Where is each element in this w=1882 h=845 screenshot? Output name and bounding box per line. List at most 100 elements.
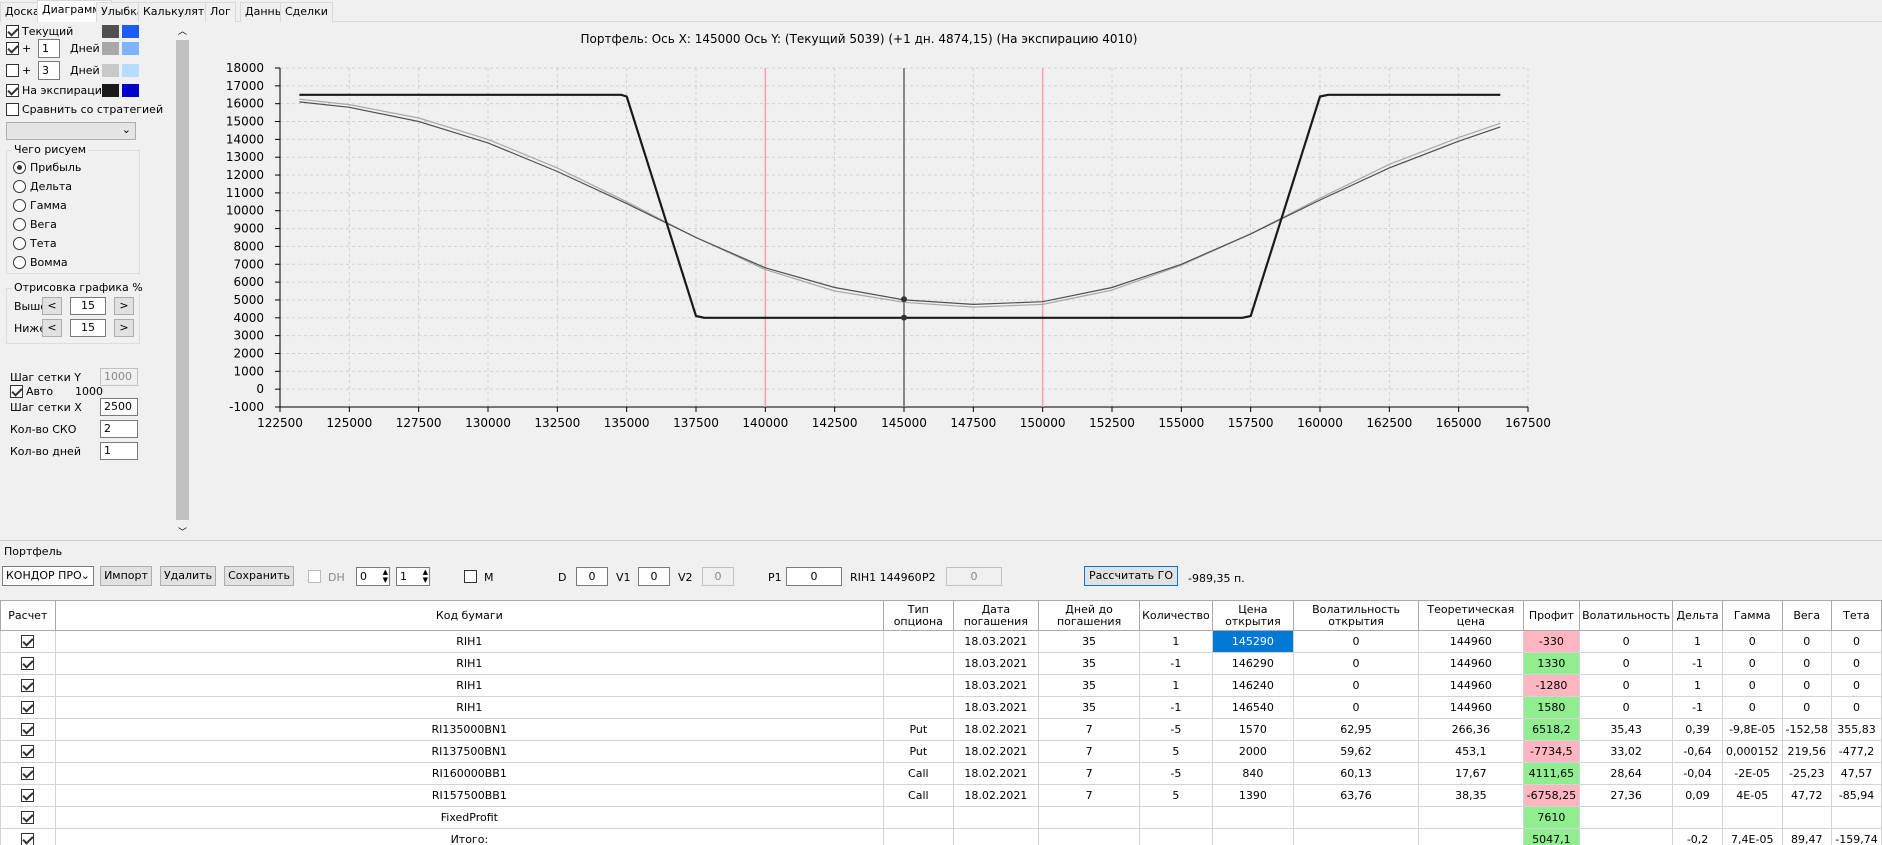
plus1-color-swatch[interactable] bbox=[102, 42, 119, 55]
table-cell[interactable]: -0,2 bbox=[1672, 828, 1723, 845]
table-cell[interactable]: RIH1 bbox=[54, 630, 885, 653]
table-cell[interactable] bbox=[1418, 828, 1524, 845]
table-cell[interactable]: 7 bbox=[1038, 740, 1141, 763]
grid-y-input[interactable]: 1000 bbox=[100, 368, 138, 386]
table-cell[interactable]: -1 bbox=[1672, 696, 1723, 719]
table-cell[interactable] bbox=[883, 630, 954, 653]
above-value-input[interactable]: 15 bbox=[70, 297, 106, 315]
table-cell[interactable]: FixedProfit bbox=[54, 806, 885, 829]
calc-checkbox[interactable] bbox=[21, 723, 35, 737]
table-cell[interactable]: -7734,5 bbox=[1522, 740, 1581, 763]
table-row[interactable]: RIH1 18.03.2021 35 -1 146540 0 144960 1580 0 -1 0 0… bbox=[0, 696, 1882, 719]
tab-6[interactable]: Сделки bbox=[280, 2, 333, 22]
calc-cell[interactable] bbox=[0, 674, 56, 697]
table-cell[interactable]: 35 bbox=[1038, 696, 1141, 719]
table-cell[interactable]: 27,36 bbox=[1579, 784, 1674, 807]
table-cell[interactable]: 18.03.2021 bbox=[952, 630, 1040, 653]
table-cell[interactable]: 18.02.2021 bbox=[952, 740, 1040, 763]
table-cell[interactable]: 2000 bbox=[1211, 740, 1295, 763]
table-cell[interactable]: 0 bbox=[1293, 696, 1420, 719]
table-cell[interactable]: 0 bbox=[1722, 652, 1783, 675]
draw-option-radio-5[interactable] bbox=[13, 256, 26, 269]
table-cell[interactable]: 5 bbox=[1139, 740, 1213, 763]
table-cell[interactable]: -5 bbox=[1139, 762, 1213, 785]
calc-checkbox[interactable] bbox=[21, 701, 35, 715]
table-cell[interactable] bbox=[1830, 806, 1882, 829]
plus1-color2-swatch[interactable] bbox=[122, 42, 139, 55]
dh-value1-input[interactable]: 0 ▲ ▼ bbox=[356, 567, 390, 586]
table-cell[interactable]: 7610 bbox=[1522, 806, 1581, 829]
spin-arrows-icon[interactable]: ▲ ▼ bbox=[383, 568, 388, 584]
table-cell[interactable]: 0 bbox=[1579, 630, 1674, 653]
table-cell[interactable]: 144960 bbox=[1418, 674, 1524, 697]
table-cell[interactable] bbox=[883, 674, 954, 697]
table-cell[interactable]: 1580 bbox=[1522, 696, 1581, 719]
left-panel-scroll-thumb[interactable] bbox=[176, 40, 189, 520]
table-cell[interactable]: 0,000152 bbox=[1722, 740, 1783, 763]
column-header[interactable]: Дельта bbox=[1672, 600, 1723, 631]
table-cell[interactable]: -6758,25 bbox=[1522, 784, 1581, 807]
table-cell[interactable] bbox=[883, 652, 954, 675]
table-cell[interactable]: 1330 bbox=[1522, 652, 1581, 675]
table-cell[interactable]: -0,64 bbox=[1672, 740, 1723, 763]
calc-checkbox[interactable] bbox=[21, 745, 35, 759]
save-button[interactable]: Сохранить bbox=[224, 566, 294, 586]
table-cell[interactable]: RI157500BB1 bbox=[54, 784, 885, 807]
column-header[interactable]: Количество bbox=[1139, 600, 1213, 631]
table-cell[interactable]: 0 bbox=[1579, 696, 1674, 719]
table-cell[interactable]: 0 bbox=[1781, 630, 1832, 653]
expiration-color-swatch[interactable] bbox=[102, 84, 119, 97]
table-row[interactable]: RIH1 18.03.2021 35 -1 146290 0 144960 1330 0 -1 0 0… bbox=[0, 652, 1882, 675]
table-cell[interactable]: -1 bbox=[1672, 652, 1723, 675]
import-button[interactable]: Импорт bbox=[100, 566, 152, 586]
calc-go-button[interactable]: Рассчитать ГО bbox=[1084, 566, 1178, 586]
table-cell[interactable]: 0 bbox=[1293, 674, 1420, 697]
table-cell[interactable]: 453,1 bbox=[1418, 740, 1524, 763]
current-checkbox[interactable] bbox=[6, 25, 19, 38]
table-cell[interactable]: -85,94 bbox=[1830, 784, 1882, 807]
above-increase-button[interactable]: > bbox=[114, 297, 134, 315]
calc-checkbox[interactable] bbox=[21, 635, 35, 649]
table-cell[interactable]: 4111,65 bbox=[1522, 762, 1581, 785]
table-cell[interactable]: 0 bbox=[1830, 630, 1882, 653]
table-cell[interactable]: 4E-05 bbox=[1722, 784, 1783, 807]
table-cell[interactable]: 47,57 bbox=[1830, 762, 1882, 785]
table-cell[interactable]: 18.02.2021 bbox=[952, 762, 1040, 785]
table-row[interactable]: RIH1 18.03.2021 35 1 145290 0 144960 -330 0 1 0 0 0 bbox=[0, 630, 1882, 653]
table-cell[interactable]: 144960 bbox=[1418, 696, 1524, 719]
column-header[interactable]: Вега bbox=[1781, 600, 1832, 631]
table-cell[interactable]: 7,4E-05 bbox=[1722, 828, 1783, 845]
table-cell[interactable] bbox=[1293, 806, 1420, 829]
column-header[interactable]: Тета bbox=[1830, 600, 1882, 631]
m-checkbox[interactable] bbox=[464, 570, 477, 583]
calc-cell[interactable] bbox=[0, 740, 56, 763]
d-input[interactable]: 0 bbox=[576, 567, 608, 586]
calc-cell[interactable] bbox=[0, 652, 56, 675]
plus1-checkbox[interactable] bbox=[6, 42, 19, 55]
table-cell[interactable]: 0 bbox=[1830, 674, 1882, 697]
plus1-days-input[interactable]: 1 bbox=[38, 39, 60, 58]
table-cell[interactable]: 28,64 bbox=[1579, 762, 1674, 785]
v1-input[interactable]: 0 bbox=[638, 567, 670, 586]
column-header[interactable]: Дней до погашения bbox=[1038, 600, 1141, 631]
table-cell[interactable]: -152,58 bbox=[1781, 718, 1832, 741]
table-cell[interactable]: -1 bbox=[1139, 696, 1213, 719]
draw-option-radio-2[interactable] bbox=[13, 199, 26, 212]
current-color2-swatch[interactable] bbox=[122, 25, 139, 38]
table-row[interactable]: Итого: 5047,1 -0,2 7,4E-05 89,47 -159,74 bbox=[0, 828, 1882, 845]
table-cell[interactable]: 35,43 bbox=[1579, 718, 1674, 741]
table-cell[interactable] bbox=[1418, 806, 1524, 829]
table-cell[interactable]: 0 bbox=[1293, 652, 1420, 675]
table-cell[interactable]: Put bbox=[883, 718, 954, 741]
table-cell[interactable]: 144960 bbox=[1418, 652, 1524, 675]
table-cell[interactable]: 18.02.2021 bbox=[952, 718, 1040, 741]
p2-input[interactable]: 0 bbox=[946, 567, 1002, 586]
column-header[interactable]: Профит bbox=[1522, 600, 1581, 631]
compare-strategy-dropdown[interactable]: ⌄ bbox=[6, 122, 136, 140]
table-cell[interactable]: 59,62 bbox=[1293, 740, 1420, 763]
table-cell[interactable]: 146240 bbox=[1211, 674, 1295, 697]
calc-cell[interactable] bbox=[0, 784, 56, 807]
spin-arrows-icon[interactable]: ▲ ▼ bbox=[423, 568, 428, 584]
table-cell[interactable]: 355,83 bbox=[1830, 718, 1882, 741]
table-cell[interactable]: 60,13 bbox=[1293, 762, 1420, 785]
